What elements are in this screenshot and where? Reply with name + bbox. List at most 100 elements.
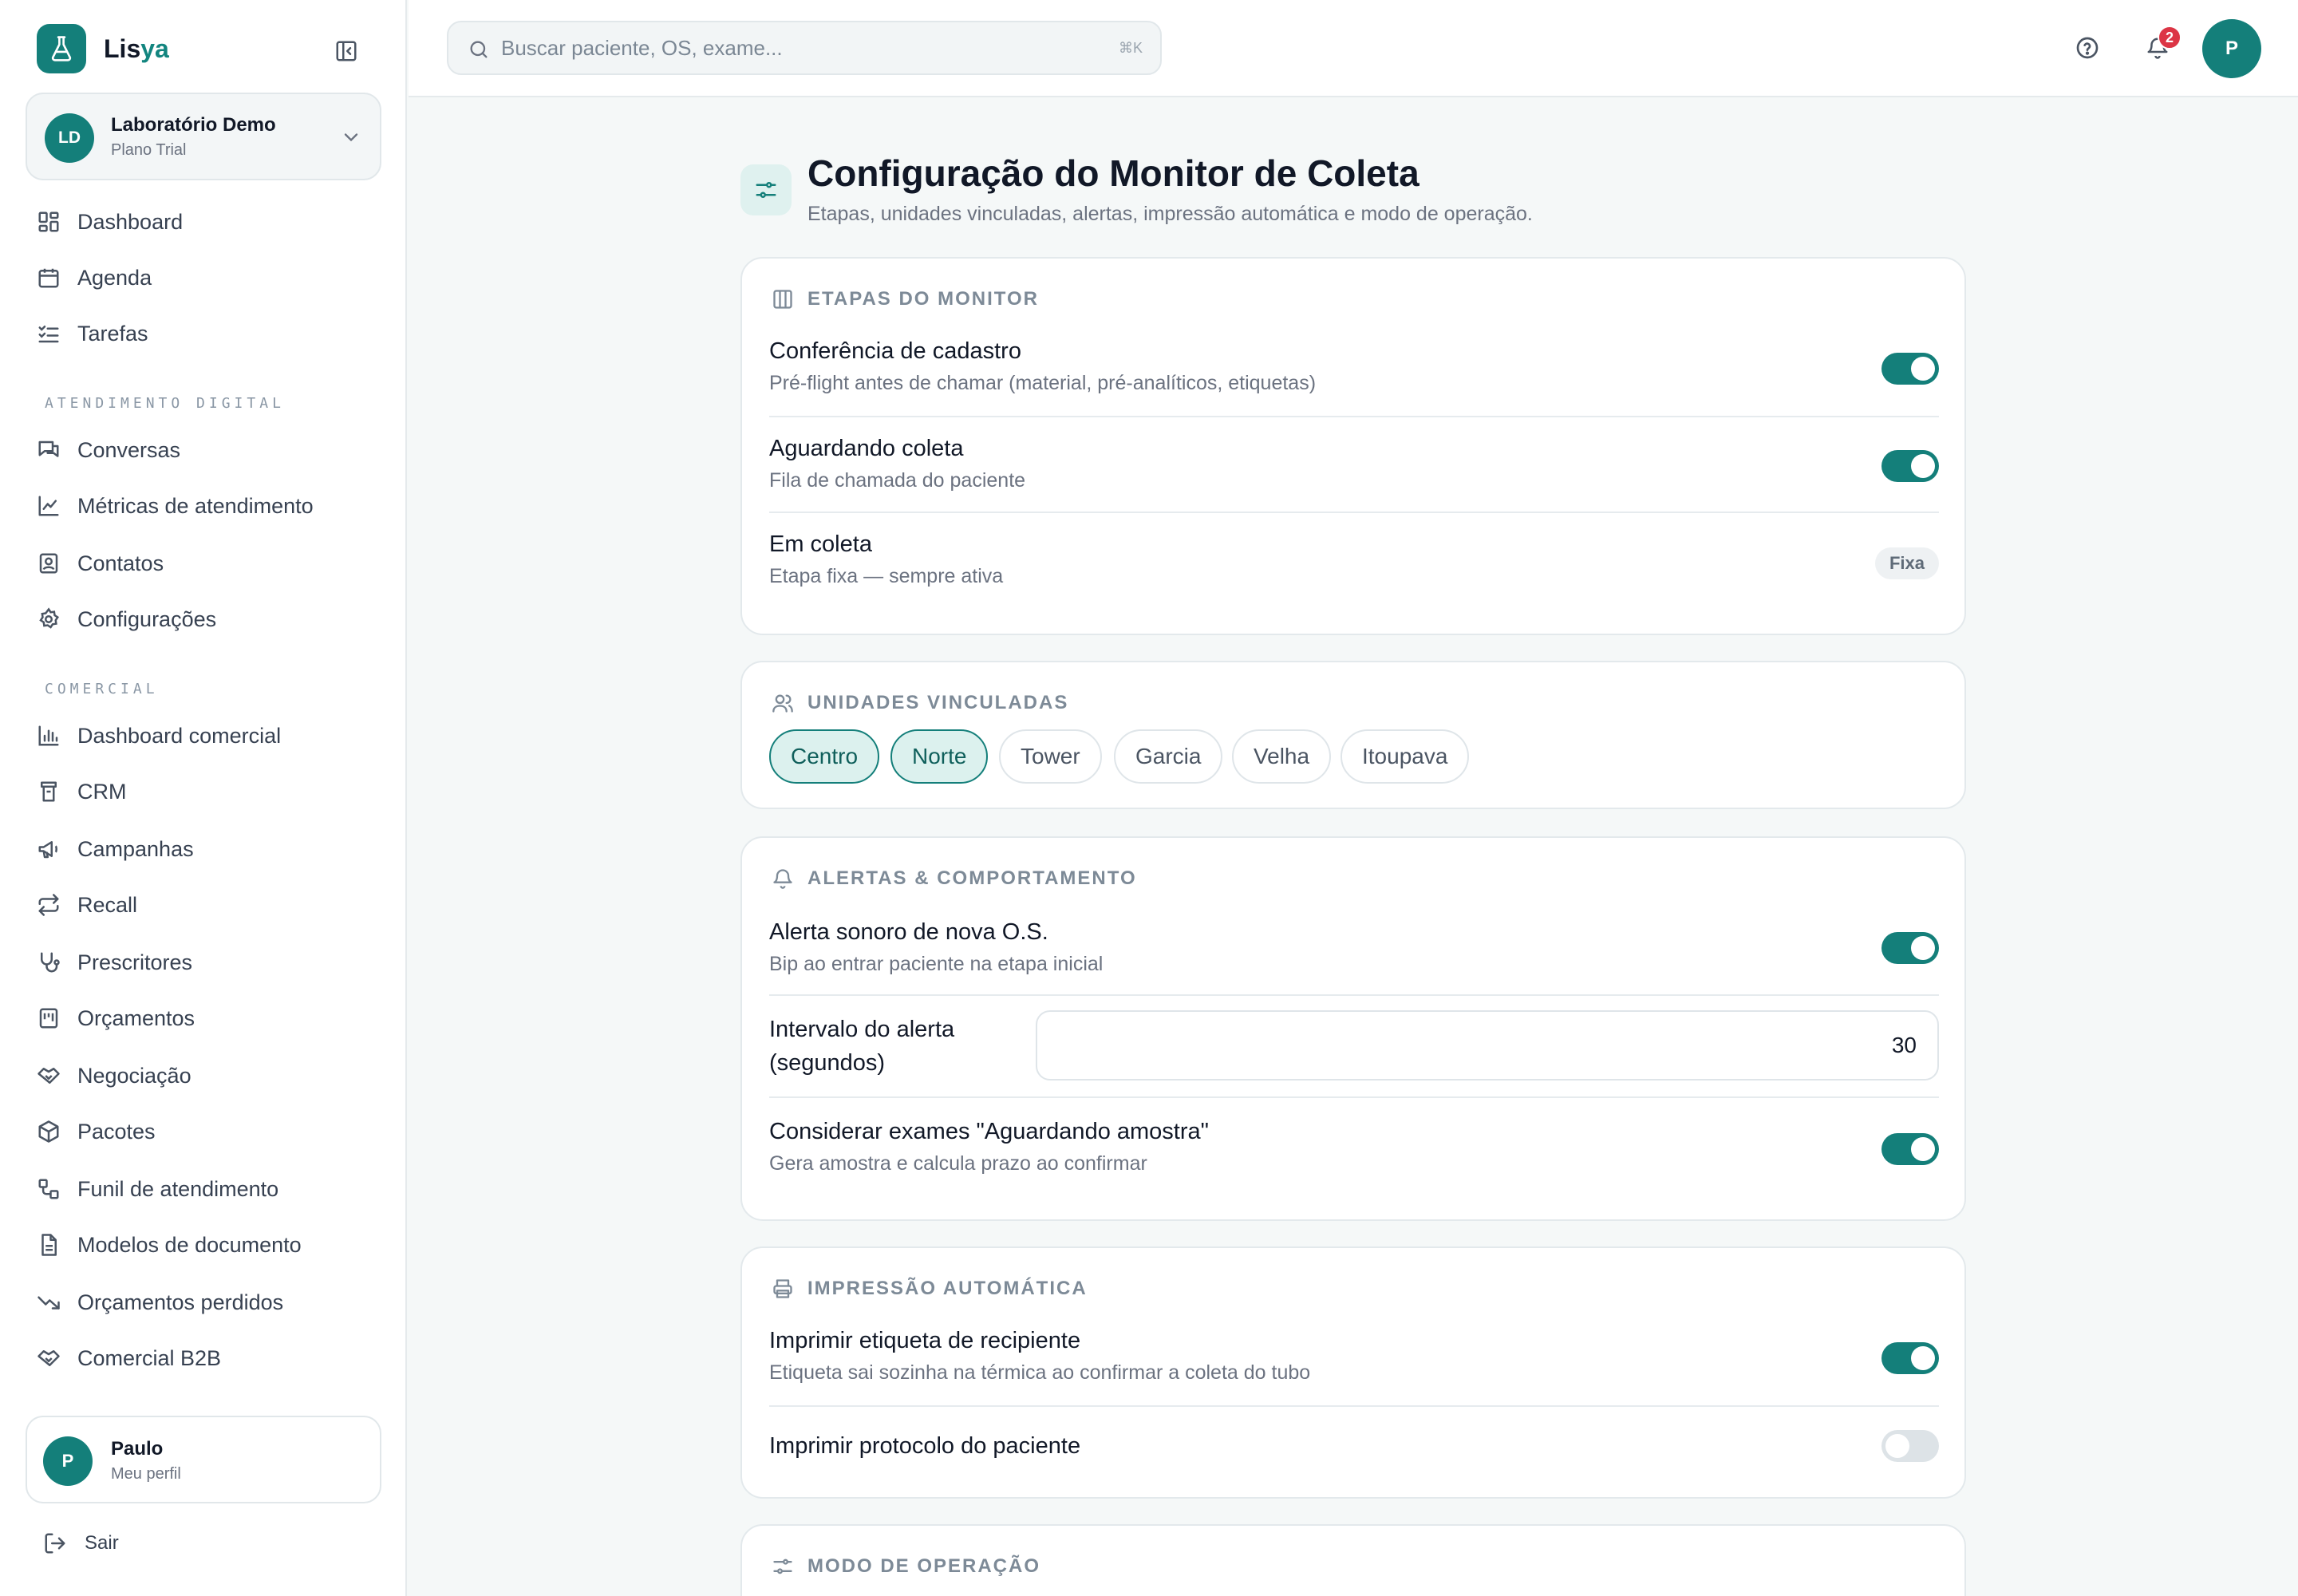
document-icon <box>35 1231 62 1258</box>
sidebar-item-negociacao[interactable]: Negociação <box>35 1053 378 1098</box>
avatar: P <box>43 1436 93 1486</box>
sidebar-item-label: Dashboard <box>77 209 184 234</box>
sidebar-item-label: Configurações <box>77 606 217 631</box>
funnel-icon <box>35 1175 62 1203</box>
impressao-card: IMPRESSÃO AUTOMÁTICA Imprimir etiqueta d… <box>740 1246 1966 1499</box>
sidebar-item-prescritores[interactable]: Prescritores <box>35 940 378 985</box>
interval-label: Intervalo do alerta <box>769 1017 955 1042</box>
sidebar-collapse-icon[interactable] <box>330 35 362 67</box>
calendar-icon <box>35 264 62 291</box>
topbar: ⌘K 2 P <box>409 0 2298 97</box>
sidebar-item-campanhas[interactable]: Campanhas <box>35 827 378 871</box>
search-box[interactable]: ⌘K <box>447 21 1162 75</box>
divider <box>769 512 1939 513</box>
sidebar-item-modelos-documento[interactable]: Modelos de documento <box>35 1223 378 1267</box>
dashboard-icon <box>35 208 62 235</box>
sidebar-item-tarefas[interactable]: Tarefas <box>35 311 378 356</box>
divider <box>769 994 1939 996</box>
line-chart-icon <box>35 492 62 519</box>
unit-chip-tower[interactable]: Tower <box>999 729 1102 784</box>
sidebar-item-dashboard[interactable]: Dashboard <box>35 200 378 244</box>
columns-icon <box>769 286 796 313</box>
unit-chip-itoupava[interactable]: Itoupava <box>1340 729 1470 784</box>
profile-card[interactable]: P Paulo Meu perfil <box>26 1416 381 1503</box>
sidebar-item-label: Pacotes <box>77 1119 156 1144</box>
sidebar-item-label: Prescritores <box>77 950 193 974</box>
sidebar-item-label: Comercial B2B <box>77 1345 222 1370</box>
unidades-card: UNIDADES VINCULADAS Centro Norte Tower G… <box>740 661 1966 809</box>
unit-chip-garcia[interactable]: Garcia <box>1114 729 1223 784</box>
sidebar-item-funil[interactable]: Funil de atendimento <box>35 1167 378 1211</box>
row-title: Imprimir protocolo do paciente <box>769 1433 1081 1459</box>
sidebar-item-label: Tarefas <box>77 321 148 346</box>
toggle-imprimir-protocolo[interactable] <box>1881 1430 1939 1462</box>
sidebar-item-label: Agenda <box>77 265 152 290</box>
logout-button[interactable]: Sair <box>43 1526 119 1561</box>
page-title: Configuração do Monitor de Coleta <box>807 152 1419 194</box>
sidebar-item-label: Negociação <box>77 1063 192 1088</box>
sidebar-item-crm[interactable]: CRM <box>35 769 378 814</box>
bar-chart-icon <box>35 722 62 749</box>
sidebar-item-contatos[interactable]: Contatos <box>35 541 378 586</box>
sidebar-item-metricas[interactable]: Métricas de atendimento <box>35 484 378 528</box>
trending-down-icon <box>35 1289 62 1316</box>
stethoscope-icon <box>35 949 62 976</box>
divider <box>769 1405 1939 1407</box>
card-header: IMPRESSÃO AUTOMÁTICA <box>769 1275 1088 1302</box>
bell-icon <box>769 865 796 892</box>
toggle-imprimir-etiqueta[interactable] <box>1881 1342 1939 1374</box>
profile-name: Paulo <box>111 1438 164 1460</box>
repeat-icon <box>35 891 62 918</box>
notifications-badge: 2 <box>2158 26 2182 49</box>
sidebar-item-dashboard-comercial[interactable]: Dashboard comercial <box>35 713 378 758</box>
user-avatar[interactable]: P <box>2202 19 2261 78</box>
row-desc: Etapa fixa — sempre ativa <box>769 565 1004 587</box>
sidebar-item-label: Modelos de documento <box>77 1232 302 1257</box>
sidebar-item-label: Campanhas <box>77 836 194 861</box>
alert-sound-row: Alerta sonoro de nova O.S. Bip ao entrar… <box>769 919 1939 999</box>
logout-icon <box>43 1531 67 1555</box>
flask-icon <box>37 24 86 73</box>
tasks-icon <box>35 320 62 347</box>
sidebar-item-configuracoes[interactable]: Configurações <box>35 597 378 642</box>
search-input[interactable] <box>501 30 1076 65</box>
contacts-icon <box>35 550 62 577</box>
unit-chip-centro[interactable]: Centro <box>769 729 880 784</box>
alert-interval-input[interactable]: 30 <box>1036 1010 1939 1080</box>
org-switcher[interactable]: LD Laboratório Demo Plano Trial <box>26 93 381 180</box>
sidebar-item-orcamentos[interactable]: Orçamentos <box>35 996 378 1041</box>
sidebar-item-conversas[interactable]: Conversas <box>35 428 378 472</box>
card-header: MODO DE OPERAÇÃO <box>769 1553 1040 1580</box>
card-header: ETAPAS DO MONITOR <box>769 286 1039 313</box>
sidebar-item-recall[interactable]: Recall <box>35 883 378 927</box>
toggle-aguardando-coleta[interactable] <box>1881 450 1939 482</box>
sidebar-item-label: Orçamentos perdidos <box>77 1290 284 1314</box>
row-title: Em coleta <box>769 531 872 557</box>
alert-interval-row: Intervalo do alerta (segundos) 30 <box>769 1010 1939 1090</box>
sidebar-item-label: Funil de atendimento <box>77 1176 279 1201</box>
card-header: ALERTAS & COMPORTAMENTO <box>769 865 1137 892</box>
sidebar-item-label: Dashboard comercial <box>77 723 282 748</box>
etapas-card: ETAPAS DO MONITOR Conferência de cadastr… <box>740 257 1966 635</box>
help-icon[interactable] <box>2071 32 2103 64</box>
toggle-considerar-aguardando-amostra[interactable] <box>1881 1133 1939 1165</box>
budget-icon <box>35 1005 62 1032</box>
nav-section-comercial: COMERCIAL <box>45 681 159 697</box>
chat-icon <box>35 437 62 464</box>
sidebar-item-label: Orçamentos <box>77 1005 195 1030</box>
sidebar-item-label: CRM <box>77 779 127 804</box>
users-icon <box>769 689 796 717</box>
unit-chip-velha[interactable]: Velha <box>1232 729 1332 784</box>
brand-name: Lisya <box>104 34 169 63</box>
sidebar-item-orcamentos-perdidos[interactable]: Orçamentos perdidos <box>35 1280 378 1325</box>
logout-label: Sair <box>85 1532 119 1554</box>
toggle-conferencia-cadastro[interactable] <box>1881 353 1939 385</box>
alertas-card: ALERTAS & COMPORTAMENTO Alerta sonoro de… <box>740 836 1966 1221</box>
sidebar-item-agenda[interactable]: Agenda <box>35 255 378 300</box>
sidebar-item-pacotes[interactable]: Pacotes <box>35 1109 378 1154</box>
unit-chip-norte[interactable]: Norte <box>890 729 989 784</box>
toggle-alerta-sonoro[interactable] <box>1881 932 1939 964</box>
card-header: UNIDADES VINCULADAS <box>769 689 1068 717</box>
sidebar-item-comercial-b2b[interactable]: Comercial B2B <box>35 1336 378 1381</box>
brand[interactable]: Lisya <box>37 24 169 73</box>
